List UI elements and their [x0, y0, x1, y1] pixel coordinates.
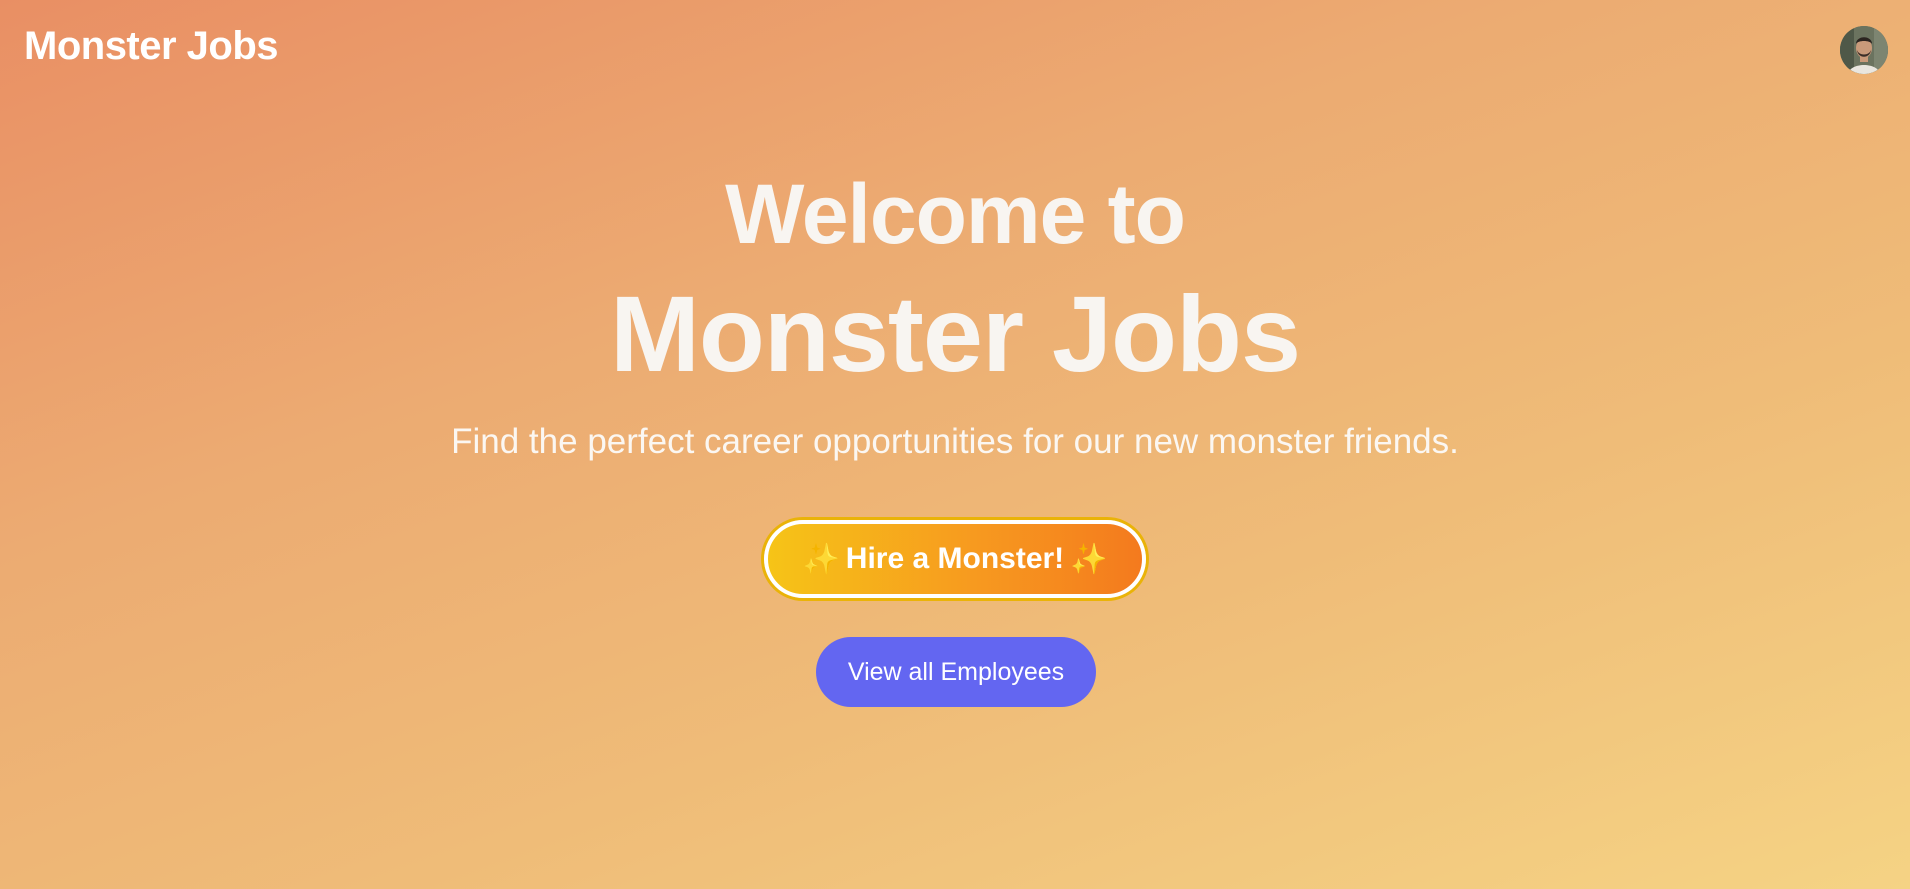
view-all-employees-label: View all Employees — [847, 657, 1065, 686]
top-bar: Monster Jobs — [0, 0, 1910, 100]
page-title: Monster Jobs — [609, 273, 1301, 394]
sparkles-icon: ✨ — [802, 542, 840, 576]
hero-subtitle: Find the perfect career opportunities fo… — [451, 422, 1459, 461]
welcome-heading: Welcome to — [725, 167, 1186, 261]
hire-monster-button[interactable]: ✨ Hire a Monster! ✨ — [764, 520, 1146, 598]
sparkles-icon: ✨ — [1070, 542, 1108, 576]
user-avatar[interactable] — [1840, 26, 1888, 74]
brand-logo-link[interactable]: Monster Jobs — [24, 24, 279, 69]
avatar-photo-icon — [1840, 26, 1888, 74]
hire-monster-label: Hire a Monster! — [845, 542, 1065, 575]
view-all-employees-button[interactable]: View all Employees — [816, 637, 1096, 707]
